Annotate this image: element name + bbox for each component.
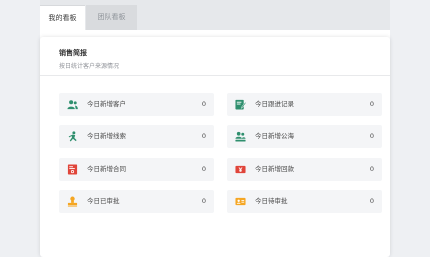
stat-value: 0 xyxy=(201,197,206,205)
stat-label: 今日新增线索 xyxy=(87,132,126,140)
approved-icon xyxy=(67,196,78,207)
leads-icon xyxy=(67,131,78,142)
public-pool-icon xyxy=(235,131,246,142)
sales-brief-card: 销售简报 按日统计客户来源情况 今日新增客户 0 今日跟进记录 0 今日新增线索… xyxy=(40,37,390,257)
customers-icon xyxy=(67,99,78,110)
contract-icon xyxy=(67,164,78,175)
pending-approval-icon xyxy=(235,196,246,207)
stat-value: 0 xyxy=(201,165,206,173)
stat-new-leads[interactable]: 今日新增线索 0 xyxy=(59,125,214,148)
stat-follow-up-records[interactable]: 今日跟进记录 0 xyxy=(227,93,382,116)
stat-new-customers[interactable]: 今日新增客户 0 xyxy=(59,93,214,116)
stat-label: 今日新增客户 xyxy=(87,100,126,108)
stat-approved-today[interactable]: 今日已审批 0 xyxy=(59,190,214,213)
stat-value: 0 xyxy=(201,132,206,140)
follow-up-icon xyxy=(235,99,246,110)
stat-new-contracts[interactable]: 今日新增合同 0 xyxy=(59,158,214,181)
tab-my-dashboard[interactable]: 我的看板 xyxy=(40,5,85,30)
stat-label: 今日新增合同 xyxy=(87,165,126,173)
payment-icon xyxy=(235,164,246,175)
stat-value: 0 xyxy=(369,132,374,140)
stat-label: 今日已审批 xyxy=(87,197,120,205)
stat-label: 今日新增回款 xyxy=(255,165,294,173)
stat-value: 0 xyxy=(369,100,374,108)
stat-label: 今日待审批 xyxy=(255,197,288,205)
stat-label: 今日新增公海 xyxy=(255,132,294,140)
tab-team-dashboard[interactable]: 团队看板 xyxy=(86,5,137,30)
stat-new-payments[interactable]: 今日新增回款 0 xyxy=(227,158,382,181)
stat-label: 今日跟进记录 xyxy=(255,100,294,108)
dashboard-panel: 销售简报 按日统计客户来源情况 今日新增客户 0 今日跟进记录 0 今日新增线索… xyxy=(40,30,390,257)
card-header: 销售简报 按日统计客户来源情况 xyxy=(40,37,390,76)
stat-new-public-pool[interactable]: 今日新增公海 0 xyxy=(227,125,382,148)
stat-value: 0 xyxy=(369,165,374,173)
stat-value: 0 xyxy=(369,197,374,205)
stat-pending-approval[interactable]: 今日待审批 0 xyxy=(227,190,382,213)
card-title: 销售简报 xyxy=(59,49,87,57)
dashboard-tabs: 我的看板 团队看板 xyxy=(40,0,390,30)
stat-value: 0 xyxy=(201,100,206,108)
card-subtitle: 按日统计客户来源情况 xyxy=(59,63,120,70)
